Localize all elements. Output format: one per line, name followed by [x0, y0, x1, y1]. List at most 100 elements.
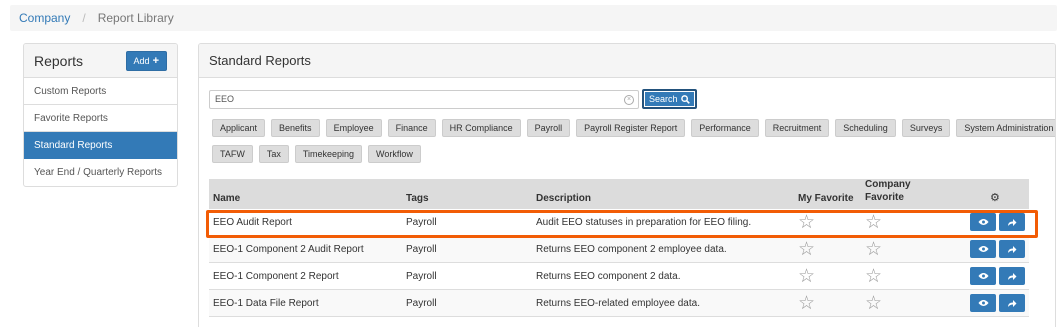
share-report-button[interactable] [999, 240, 1025, 258]
favorite-star-icon[interactable]: ☆ [798, 212, 815, 233]
column-header-name[interactable]: Name [209, 193, 406, 204]
tag-filter-button[interactable]: System Administration [956, 119, 1055, 137]
column-header-company-favorite[interactable]: Company Favorite [865, 178, 970, 204]
actions-cell [970, 294, 1029, 312]
tag-filter-button[interactable]: Tax [258, 145, 289, 163]
standard-reports-panel: Standard Reports EEO × Search Applicant B… [198, 43, 1056, 327]
gear-icon[interactable]: ⚙ [990, 191, 1000, 204]
column-header-my-favorite[interactable]: My Favorite [798, 193, 865, 204]
tag-filter-button[interactable]: Workflow [368, 145, 421, 163]
table-row: EEO Audit Report Payroll Audit EEO statuse… [209, 209, 1029, 236]
table-row: EEO-1 Data File Report Payroll Returns EEO… [209, 290, 1029, 317]
report-name-cell: EEO-1 Component 2 Report [213, 270, 339, 282]
breadcrumb-company-link[interactable]: Company [19, 11, 70, 25]
sidebar-item-year-end-quarterly-reports[interactable]: Year End / Quarterly Reports [24, 159, 177, 186]
breadcrumb: Company / Report Library [10, 5, 1057, 31]
report-tags-cell: Payroll [406, 243, 437, 255]
column-header-tags[interactable]: Tags [406, 193, 536, 204]
favorite-star-icon[interactable]: ☆ [798, 293, 815, 314]
favorite-star-icon[interactable]: ☆ [798, 239, 815, 260]
tag-filter-button[interactable]: Performance [691, 119, 759, 137]
tag-filter-button[interactable]: Scheduling [835, 119, 896, 137]
report-description-cell: Returns EEO component 2 data. [536, 270, 681, 282]
company-favorite-star-icon[interactable]: ☆ [865, 266, 882, 287]
table-row: EEO-1 Component 2 Audit Report Payroll Ret… [209, 236, 1029, 263]
view-report-button[interactable] [970, 240, 996, 258]
tag-filter-button[interactable]: Surveys [901, 119, 951, 137]
search-button[interactable]: Search [642, 89, 697, 109]
my-favorite-cell: ☆ [798, 294, 865, 313]
search-icon [680, 94, 690, 104]
company-favorite-cell: ☆ [865, 294, 970, 313]
view-report-button[interactable] [970, 267, 996, 285]
report-description-cell: Returns EEO-related employee data. [536, 297, 700, 309]
tag-filter-button[interactable]: Timekeeping [294, 145, 363, 163]
report-description-cell: Audit EEO statuses in preparation for EE… [536, 216, 752, 228]
sidebar-item-favorite-reports[interactable]: Favorite Reports [24, 105, 177, 132]
actions-cell [970, 267, 1029, 285]
reports-sidebar: Reports Add + Custom Reports Favorite Re… [23, 43, 178, 187]
panel-title: Standard Reports [199, 44, 1055, 78]
share-icon [1008, 299, 1017, 307]
tag-filter-group: Applicant Benefits Employee Finance HR Compl… [212, 119, 1055, 171]
tag-filter-button[interactable]: Finance [387, 119, 436, 137]
company-favorite-star-icon[interactable]: ☆ [865, 293, 882, 314]
my-favorite-cell: ☆ [798, 267, 865, 286]
company-favorite-cell: ☆ [865, 240, 970, 259]
eye-icon [977, 273, 989, 279]
view-report-button[interactable] [970, 294, 996, 312]
add-report-button[interactable]: Add + [125, 50, 167, 71]
table-body: EEO Audit Report Payroll Audit EEO statuse… [209, 209, 1029, 317]
actions-cell [970, 213, 1029, 231]
column-header-company-favorite-line2: Favorite [865, 192, 904, 203]
breadcrumb-separator: / [82, 11, 86, 25]
clear-search-icon[interactable]: × [624, 94, 634, 105]
report-name-cell: EEO Audit Report [213, 216, 292, 228]
share-icon [1008, 272, 1017, 280]
column-header-company-favorite-line1: Company [865, 179, 911, 190]
report-name-cell: EEO-1 Component 2 Audit Report [213, 243, 364, 255]
search-input[interactable]: EEO × [209, 89, 639, 109]
company-favorite-star-icon[interactable]: ☆ [865, 239, 882, 260]
tag-filter-button[interactable]: Benefits [271, 119, 320, 137]
share-report-button[interactable] [999, 294, 1025, 312]
sidebar-header: Reports Add + [24, 44, 177, 78]
report-description-cell: Returns EEO component 2 employee data. [536, 243, 727, 255]
sidebar-item-custom-reports[interactable]: Custom Reports [24, 78, 177, 105]
share-icon [1008, 218, 1017, 226]
tag-filter-button[interactable]: TAFW [212, 145, 253, 163]
report-name-cell: EEO-1 Data File Report [213, 297, 319, 309]
tag-filter-button[interactable]: Payroll [526, 119, 571, 137]
sidebar-title: Reports [34, 52, 84, 69]
tag-row: Applicant Benefits Employee Finance HR Compl… [212, 119, 1055, 137]
table-header: Name Tags Description My Favorite Compan… [209, 179, 1029, 209]
tag-filter-button[interactable]: Employee [325, 119, 382, 137]
eye-icon [977, 246, 989, 252]
my-favorite-cell: ☆ [798, 213, 865, 232]
tag-filter-button[interactable]: Applicant [212, 119, 266, 137]
search-button-label: Search [649, 94, 678, 104]
column-header-description[interactable]: Description [536, 193, 798, 204]
company-favorite-star-icon[interactable]: ☆ [865, 212, 882, 233]
report-tags-cell: Payroll [406, 270, 437, 282]
share-report-button[interactable] [999, 267, 1025, 285]
breadcrumb-current: Report Library [97, 11, 174, 25]
share-icon [1008, 245, 1017, 253]
reports-table: Name Tags Description My Favorite Compan… [209, 179, 1029, 317]
sidebar-item-standard-reports[interactable]: Standard Reports [24, 132, 177, 159]
plus-icon: + [152, 54, 159, 67]
table-row: EEO-1 Component 2 Report Payroll Returns E… [209, 263, 1029, 290]
report-tags-cell: Payroll [406, 297, 437, 309]
tag-filter-button[interactable]: Recruitment [764, 119, 830, 137]
report-tags-cell: Payroll [406, 216, 437, 228]
search-row: EEO × Search [209, 89, 697, 109]
add-button-label: Add [133, 55, 150, 66]
tag-filter-button[interactable]: HR Compliance [441, 119, 521, 137]
view-report-button[interactable] [970, 213, 996, 231]
search-input-value: EEO [215, 94, 235, 104]
share-report-button[interactable] [999, 213, 1025, 231]
tag-filter-button[interactable]: Payroll Register Report [576, 119, 686, 137]
eye-icon [977, 219, 989, 225]
actions-cell [970, 240, 1029, 258]
favorite-star-icon[interactable]: ☆ [798, 266, 815, 287]
